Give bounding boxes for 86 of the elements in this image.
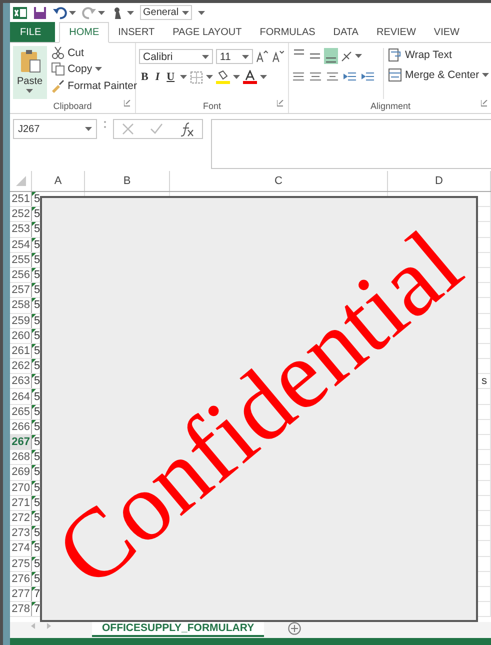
row-header[interactable]: 270 (10, 480, 32, 495)
row-header[interactable]: 265 (10, 404, 32, 419)
sheet-tab[interactable]: OFFICESUPPLY_FORMULARY (92, 622, 264, 637)
table-cell: 5 (34, 482, 40, 494)
row-header[interactable]: 256 (10, 268, 32, 282)
format-painter-button[interactable]: Format Painter (50, 79, 138, 93)
row-header[interactable]: 266 (10, 420, 32, 434)
column-header[interactable]: B (85, 171, 170, 191)
table-cell: 7 (34, 588, 40, 600)
ribbon-tab[interactable]: INSERT (109, 22, 164, 42)
column-header[interactable]: A (32, 171, 85, 191)
table-cell: 5 (34, 466, 40, 478)
table-cell: 5 (34, 527, 40, 540)
table-cell: 5 (34, 436, 40, 448)
row-header[interactable]: 276 (10, 572, 32, 586)
ribbon-tab[interactable]: FORMULAS (250, 22, 324, 42)
row-header[interactable]: 268 (10, 450, 32, 464)
row-header[interactable]: 272 (10, 510, 32, 526)
row-header[interactable]: 253 (10, 222, 32, 237)
row-header[interactable]: 255 (10, 252, 32, 267)
row-header[interactable]: 261 (10, 344, 32, 358)
row-header[interactable]: 257 (10, 283, 32, 298)
font-name-field[interactable]: Calibri (139, 49, 213, 64)
row-header[interactable]: 258 (10, 298, 32, 312)
table-cell: 5 (34, 451, 40, 464)
font-size-field[interactable]: 11 (216, 49, 254, 64)
row-header[interactable]: 273 (10, 526, 32, 540)
underline-button[interactable]: U (164, 71, 177, 83)
table-cell: 5 (34, 406, 40, 418)
ribbon-tab[interactable]: HOME (59, 22, 110, 43)
cut-button[interactable]: Cut (50, 46, 138, 59)
number-format-dropdown[interactable]: General (140, 5, 192, 20)
paste-button[interactable]: Paste (13, 46, 47, 99)
row-header[interactable]: 254 (10, 238, 32, 252)
table-cell: 5 (34, 360, 40, 372)
ribbon-tab[interactable]: VIEW (424, 22, 468, 42)
row-header[interactable]: 262 (10, 359, 32, 374)
table-cell: 7 (34, 603, 40, 616)
table-cell: 5 (34, 193, 40, 206)
table-cell: 5 (34, 254, 40, 266)
table-cell: 5 (34, 330, 40, 342)
table-cell: 5 (34, 208, 40, 220)
row-header[interactable]: 259 (10, 314, 32, 328)
row-header[interactable]: 252 (10, 207, 32, 222)
table-cell: 5 (34, 284, 40, 296)
table-cell: 5 (34, 512, 40, 524)
table-cell: 5 (34, 314, 40, 327)
table-cell: 5 (34, 558, 40, 570)
table-cell: s (482, 375, 487, 388)
row-header[interactable]: 267 (10, 435, 32, 450)
table-cell: 5 (34, 390, 40, 403)
table-cell: 5 (34, 496, 40, 509)
ribbon-tab[interactable]: DATA (324, 22, 368, 42)
merge-center-button[interactable]: Merge & Center (388, 68, 490, 82)
group-label: Alignment (370, 101, 411, 111)
column-header[interactable]: C (170, 171, 388, 191)
italic-button[interactable]: I (153, 71, 162, 83)
row-header[interactable]: 278 (10, 602, 32, 616)
row-header[interactable]: 251 (10, 192, 32, 206)
row-header[interactable]: 275 (10, 556, 32, 571)
table-cell: 5 (34, 299, 40, 312)
table-cell: 5 (34, 420, 40, 433)
ribbon-tab[interactable]: FILE (10, 22, 56, 42)
row-header[interactable]: 264 (10, 389, 32, 404)
table-cell: 5 (34, 238, 40, 251)
table-cell: 5 (34, 344, 40, 357)
table-cell: 5 (34, 223, 40, 236)
table-cell: 5 (34, 572, 40, 585)
row-header[interactable]: 271 (10, 496, 32, 510)
table-cell: 5 (34, 542, 40, 554)
ribbon-tab[interactable]: REVIEW (367, 22, 425, 42)
row-header[interactable]: 269 (10, 465, 32, 480)
name-box[interactable]: J267 (13, 119, 97, 139)
bold-button[interactable]: B (139, 71, 150, 83)
table-cell: 5 (34, 375, 40, 388)
table-cell: 5 (34, 269, 40, 282)
row-header[interactable]: 260 (10, 328, 32, 343)
copy-button[interactable]: Copy (50, 62, 138, 76)
group-label: Clipboard (53, 101, 92, 111)
ribbon-tab[interactable]: PAGE LAYOUT (164, 22, 251, 42)
row-header[interactable]: 277 (10, 586, 32, 602)
column-header[interactable]: D (388, 171, 491, 191)
group-label: Font (202, 101, 221, 111)
row-header[interactable]: 274 (10, 541, 32, 556)
wrap-text-button[interactable]: Wrap Text (388, 48, 490, 62)
row-header[interactable]: 263 (10, 374, 32, 388)
